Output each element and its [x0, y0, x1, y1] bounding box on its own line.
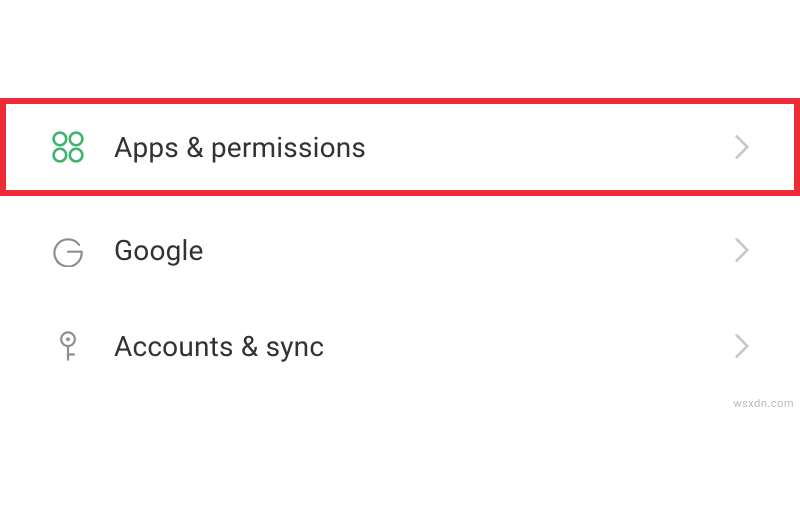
chevron-right-icon	[730, 135, 754, 159]
chevron-right-icon	[730, 238, 754, 262]
settings-list: Apps & permissions Google	[0, 0, 800, 394]
key-icon	[46, 324, 90, 368]
watermark: wsxdn.com	[733, 397, 794, 410]
settings-row-google[interactable]: Google	[0, 202, 800, 298]
apps-icon	[46, 125, 90, 169]
settings-row-label: Google	[114, 234, 730, 267]
settings-row-label: Apps & permissions	[114, 131, 730, 164]
google-icon	[46, 228, 90, 272]
settings-row-label: Accounts & sync	[114, 330, 730, 363]
settings-row-accounts-sync[interactable]: Accounts & sync	[0, 298, 800, 394]
chevron-right-icon	[730, 334, 754, 358]
settings-row-apps-permissions[interactable]: Apps & permissions	[0, 98, 800, 196]
